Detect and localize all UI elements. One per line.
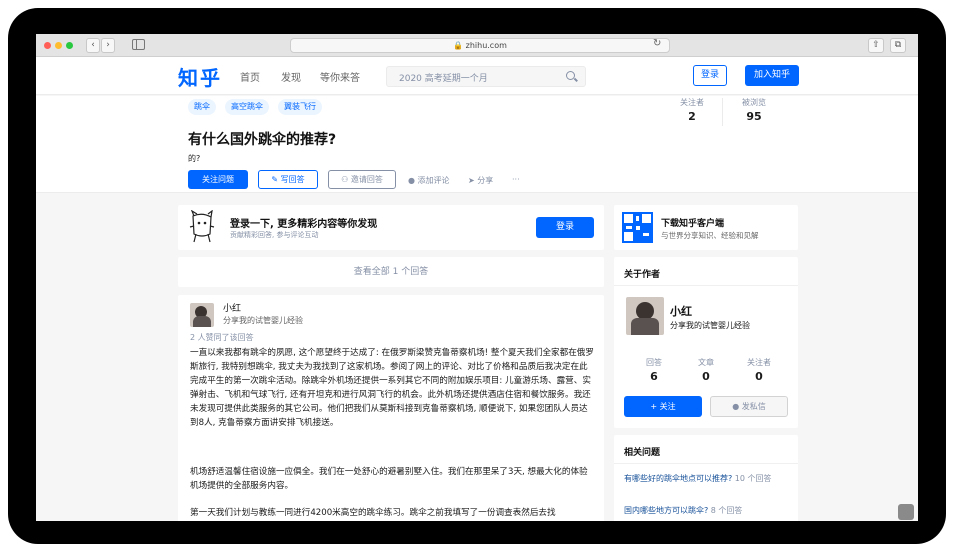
question-header: 跳伞 高空跳伞 翼装飞行 有什么国外跳伞的推荐? 的? 关注问题 ✎ 写回答 ⚇…: [36, 96, 918, 193]
zoom-window-button[interactable]: [66, 42, 73, 49]
back-button[interactable]: ‹: [86, 38, 100, 53]
nav-home[interactable]: 首页: [240, 69, 260, 84]
mascot-icon: [189, 210, 215, 243]
nav-discover[interactable]: 发现: [281, 69, 301, 84]
topic-tag[interactable]: 翼装飞行: [278, 99, 322, 115]
author-card: 关于作者 小红 分享我的试管婴儿经验 回答 6 文章 0 关注者 0 + 关注 …: [614, 257, 798, 428]
search-input[interactable]: 2020 高考延期一个月: [386, 66, 586, 87]
forward-button[interactable]: ›: [101, 38, 115, 53]
more-button[interactable]: ···: [512, 175, 520, 184]
author-name[interactable]: 小红: [670, 303, 692, 319]
app-download-card[interactable]: 下载知乎客户端 与世界分享知识、经验和见解: [614, 205, 798, 250]
share-button[interactable]: ➤ 分享: [468, 175, 493, 186]
chevron-right-icon: ›: [106, 40, 110, 50]
join-button[interactable]: 加入知乎: [745, 65, 799, 86]
floating-action-button[interactable]: [898, 504, 914, 520]
related-question-count: 10 个回答: [734, 474, 772, 483]
lock-icon: 🔒: [453, 41, 464, 50]
followers-label: 关注者: [680, 98, 704, 107]
login-button[interactable]: 登录: [693, 65, 727, 86]
tabs-icon: ⧉: [894, 40, 902, 50]
answer-author-name[interactable]: 小红: [223, 301, 241, 314]
answer-paragraph: 机场舒适温馨住宿设施一应俱全。我们在一处舒心的避暑别墅入住。我们在那里呆了3天,…: [190, 467, 588, 491]
add-comment-button[interactable]: ● 添加评论: [408, 175, 450, 186]
view-all-answers-link[interactable]: 查看全部 1 个回答: [178, 257, 604, 287]
related-questions-card: 相关问题 有哪些好的跳伞地点可以推荐? 10 个回答 国内哪些地方可以跳伞? 8…: [614, 435, 798, 521]
topic-tag[interactable]: 高空跳伞: [225, 99, 269, 115]
stat-divider: [722, 98, 723, 126]
reload-icon[interactable]: ↻: [653, 38, 661, 49]
avatar[interactable]: [190, 303, 214, 327]
share-icon: ⇧: [872, 40, 880, 50]
question-description: 的?: [188, 154, 201, 163]
share-label: 分享: [477, 176, 494, 185]
related-question-item[interactable]: 国内哪些地方可以跳伞? 8 个回答: [624, 505, 792, 517]
send-message-label: 发私信: [741, 402, 766, 411]
related-question-title[interactable]: 有哪些好的跳伞地点可以推荐?: [624, 474, 732, 483]
related-question-item[interactable]: 有哪些好的跳伞地点可以推荐? 10 个回答: [624, 473, 792, 485]
send-message-button[interactable]: ● 发私信: [710, 396, 788, 417]
url-text: 🔒 zhihu.com: [291, 39, 669, 52]
related-heading: 相关问题: [624, 448, 661, 458]
close-window-button[interactable]: [44, 42, 51, 49]
device-frame: ‹ › 🔒 zhihu.com ↻ ⇧ ⧉ 知乎 首页 发现 等你来答 2020…: [8, 8, 946, 544]
search-icon[interactable]: [566, 71, 575, 80]
prompt-login-button[interactable]: 登录: [536, 217, 594, 238]
followers-count: 2: [688, 110, 696, 123]
minimize-window-button[interactable]: [55, 42, 62, 49]
answer-card: 小红 分享我的试管婴儿经验 2 人赞同了该回答 一直以来我都有跳伞的夙愿, 这个…: [178, 295, 604, 521]
invite-user-icon: ⚇: [341, 175, 349, 184]
question-title: 有什么国外跳伞的推荐?: [188, 132, 337, 148]
divider: [614, 463, 798, 464]
url-label: zhihu.com: [465, 41, 507, 50]
author-followers-label[interactable]: 关注者: [734, 357, 784, 368]
login-prompt-title: 登录一下, 更多精彩内容等你发现: [230, 219, 378, 230]
app-download-subtitle: 与世界分享知识、经验和见解: [661, 231, 759, 240]
qr-code-icon: [622, 212, 653, 243]
related-question-count: 8 个回答: [710, 506, 743, 515]
pencil-icon: ✎: [271, 175, 279, 184]
paper-plane-icon: ➤: [468, 176, 475, 185]
agree-count: 2 人赞同了该回答: [190, 333, 254, 342]
message-icon: ●: [732, 402, 740, 411]
answer-paragraph: 第一天我们计划与教练一同进行4200米高空的跳伞练习。跳伞之前我填写了一份调查表…: [190, 508, 556, 518]
invite-answer-button[interactable]: ⚇ 邀请回答: [328, 170, 396, 189]
login-prompt-subtitle: 贡献精彩回答, 参与评论互动: [230, 231, 319, 239]
zhihu-logo[interactable]: 知乎: [178, 62, 222, 91]
author-followers-count[interactable]: 0: [734, 370, 784, 383]
nav-waiting[interactable]: 等你来答: [320, 69, 360, 84]
address-bar[interactable]: 🔒 zhihu.com: [290, 38, 670, 53]
app-download-title: 下载知乎客户端: [661, 219, 725, 229]
login-prompt-card: 登录一下, 更多精彩内容等你发现 贡献精彩回答, 参与评论互动 登录: [178, 205, 604, 250]
views-label: 被浏览: [742, 98, 766, 107]
invite-answer-label: 邀请回答: [350, 175, 383, 184]
author-bio: 分享我的试管婴儿经验: [670, 321, 750, 330]
articles-count[interactable]: 0: [681, 370, 731, 383]
answer-paragraph: 一直以来我都有跳伞的夙愿, 这个愿望终于达成了: 在俄罗斯梁赞克鲁蒂察机场! 整…: [190, 348, 594, 428]
answers-count[interactable]: 6: [629, 370, 679, 383]
views-count: 95: [746, 110, 762, 123]
share-page-button[interactable]: ⇧: [868, 38, 884, 53]
avatar[interactable]: [626, 297, 664, 335]
search-placeholder: 2020 高考延期一个月: [399, 74, 488, 84]
screen: ‹ › 🔒 zhihu.com ↻ ⇧ ⧉ 知乎 首页 发现 等你来答 2020…: [36, 34, 918, 521]
write-answer-label: 写回答: [280, 175, 305, 184]
add-comment-label: 添加评论: [417, 176, 450, 185]
tabs-button[interactable]: ⧉: [890, 38, 906, 53]
write-answer-button[interactable]: ✎ 写回答: [258, 170, 318, 189]
sidebar-toggle-icon[interactable]: [132, 39, 145, 50]
browser-toolbar: ‹ › 🔒 zhihu.com ↻ ⇧ ⧉: [36, 34, 918, 57]
articles-label[interactable]: 文章: [681, 357, 731, 368]
chevron-left-icon: ‹: [91, 40, 95, 50]
follow-question-button[interactable]: 关注问题: [188, 170, 248, 189]
follow-author-button[interactable]: + 关注: [624, 396, 702, 417]
divider: [614, 285, 798, 286]
answer-author-bio: 分享我的试管婴儿经验: [223, 316, 303, 325]
topic-tag[interactable]: 跳伞: [188, 99, 216, 115]
author-card-heading: 关于作者: [624, 270, 661, 280]
related-question-title[interactable]: 国内哪些地方可以跳伞?: [624, 506, 708, 515]
site-header: 知乎 首页 发现 等你来答 2020 高考延期一个月 登录 加入知乎: [36, 57, 918, 95]
answers-label[interactable]: 回答: [629, 357, 679, 368]
comment-icon: ●: [408, 176, 415, 185]
